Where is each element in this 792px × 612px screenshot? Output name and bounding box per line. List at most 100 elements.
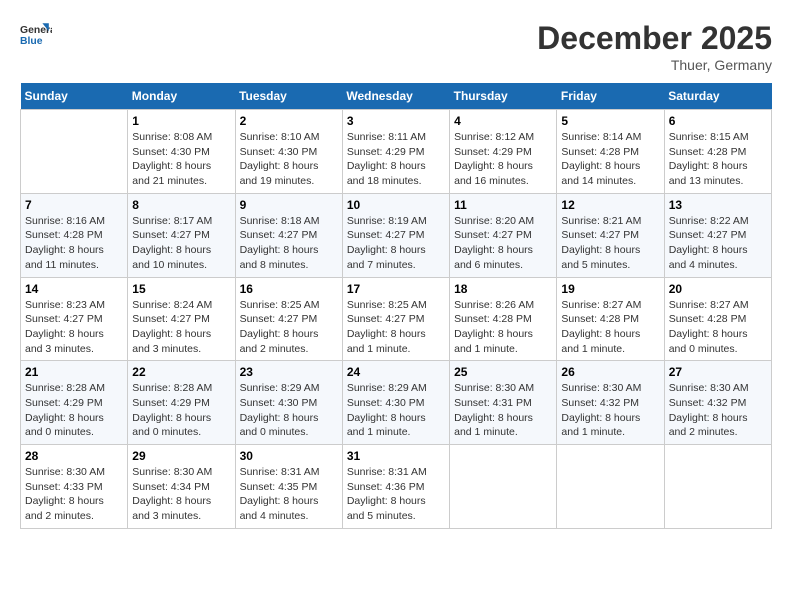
calendar-cell: 30 Sunrise: 8:31 AM Sunset: 4:35 PM Dayli… — [235, 445, 342, 529]
day-number: 5 — [561, 114, 659, 128]
location: Thuer, Germany — [537, 57, 772, 73]
day-number: 6 — [669, 114, 767, 128]
calendar-cell: 28Sunrise: 8:30 AM Sunset: 4:33 PM Dayli… — [21, 445, 128, 529]
day-info: Sunrise: 8:26 AM Sunset: 4:28 PM Dayligh… — [454, 298, 552, 357]
day-number: 24 — [347, 365, 445, 379]
day-number: 31 — [347, 449, 445, 463]
calendar-cell: 1Sunrise: 8:08 AM Sunset: 4:30 PM Daylig… — [128, 110, 235, 194]
calendar-cell: 24 Sunrise: 8:29 AM Sunset: 4:30 PM Dayli… — [342, 361, 449, 445]
calendar-cell: 2 Sunrise: 8:10 AM Sunset: 4:30 PM Daylig… — [235, 110, 342, 194]
calendar-cell: 11 Sunrise: 8:20 AM Sunset: 4:27 PM Dayli… — [450, 193, 557, 277]
day-info: Sunrise: 8:17 AM Sunset: 4:27 PM Dayligh… — [132, 214, 230, 273]
day-info: Sunrise: 8:30 AM Sunset: 4:31 PM Dayligh… — [454, 381, 552, 440]
calendar-cell: 19 Sunrise: 8:27 AM Sunset: 4:28 PM Dayli… — [557, 277, 664, 361]
calendar-week-1: 7 Sunrise: 8:16 AM Sunset: 4:28 PM Daylig… — [21, 193, 772, 277]
day-info: Sunrise: 8:27 AM Sunset: 4:28 PM Dayligh… — [669, 298, 767, 357]
calendar-cell: 6 Sunrise: 8:15 AM Sunset: 4:28 PM Daylig… — [664, 110, 771, 194]
title-block: December 2025 Thuer, Germany — [537, 20, 772, 73]
header-saturday: Saturday — [664, 83, 771, 110]
header-monday: Monday — [128, 83, 235, 110]
day-info: Sunrise: 8:22 AM Sunset: 4:27 PM Dayligh… — [669, 214, 767, 273]
calendar-week-4: 28Sunrise: 8:30 AM Sunset: 4:33 PM Dayli… — [21, 445, 772, 529]
day-number: 16 — [240, 282, 338, 296]
day-info: Sunrise: 8:15 AM Sunset: 4:28 PM Dayligh… — [669, 130, 767, 189]
day-info: Sunrise: 8:29 AM Sunset: 4:30 PM Dayligh… — [347, 381, 445, 440]
calendar-header-row: SundayMondayTuesdayWednesdayThursdayFrid… — [21, 83, 772, 110]
day-number: 19 — [561, 282, 659, 296]
day-info: Sunrise: 8:31 AM Sunset: 4:36 PM Dayligh… — [347, 465, 445, 524]
day-info: Sunrise: 8:23 AM Sunset: 4:27 PM Dayligh… — [25, 298, 123, 357]
day-number: 12 — [561, 198, 659, 212]
day-info: Sunrise: 8:24 AM Sunset: 4:27 PM Dayligh… — [132, 298, 230, 357]
calendar-cell: 21 Sunrise: 8:28 AM Sunset: 4:29 PM Dayli… — [21, 361, 128, 445]
header-tuesday: Tuesday — [235, 83, 342, 110]
day-info: Sunrise: 8:12 AM Sunset: 4:29 PM Dayligh… — [454, 130, 552, 189]
calendar-table: SundayMondayTuesdayWednesdayThursdayFrid… — [20, 83, 772, 529]
day-info: Sunrise: 8:27 AM Sunset: 4:28 PM Dayligh… — [561, 298, 659, 357]
calendar-cell: 14 Sunrise: 8:23 AM Sunset: 4:27 PM Dayli… — [21, 277, 128, 361]
calendar-cell: 18Sunrise: 8:26 AM Sunset: 4:28 PM Dayli… — [450, 277, 557, 361]
day-info: Sunrise: 8:29 AM Sunset: 4:30 PM Dayligh… — [240, 381, 338, 440]
calendar-cell: 26 Sunrise: 8:30 AM Sunset: 4:32 PM Dayli… — [557, 361, 664, 445]
day-number: 15 — [132, 282, 230, 296]
day-number: 14 — [25, 282, 123, 296]
day-info: Sunrise: 8:08 AM Sunset: 4:30 PM Dayligh… — [132, 130, 230, 189]
calendar-cell: 9 Sunrise: 8:18 AM Sunset: 4:27 PM Daylig… — [235, 193, 342, 277]
day-number: 29 — [132, 449, 230, 463]
day-info: Sunrise: 8:30 AM Sunset: 4:32 PM Dayligh… — [561, 381, 659, 440]
logo-icon: General Blue — [20, 20, 52, 52]
header-sunday: Sunday — [21, 83, 128, 110]
month-title: December 2025 — [537, 20, 772, 57]
calendar-cell — [21, 110, 128, 194]
calendar-week-3: 21 Sunrise: 8:28 AM Sunset: 4:29 PM Dayli… — [21, 361, 772, 445]
calendar-cell: 20 Sunrise: 8:27 AM Sunset: 4:28 PM Dayli… — [664, 277, 771, 361]
day-number: 23 — [240, 365, 338, 379]
calendar-cell — [450, 445, 557, 529]
calendar-cell: 16Sunrise: 8:25 AM Sunset: 4:27 PM Dayli… — [235, 277, 342, 361]
page-header: General Blue December 2025 Thuer, German… — [20, 20, 772, 73]
calendar-cell: 17 Sunrise: 8:25 AM Sunset: 4:27 PM Dayli… — [342, 277, 449, 361]
calendar-cell: 31 Sunrise: 8:31 AM Sunset: 4:36 PM Dayli… — [342, 445, 449, 529]
header-friday: Friday — [557, 83, 664, 110]
calendar-cell: 4 Sunrise: 8:12 AM Sunset: 4:29 PM Daylig… — [450, 110, 557, 194]
day-info: Sunrise: 8:20 AM Sunset: 4:27 PM Dayligh… — [454, 214, 552, 273]
day-info: Sunrise: 8:16 AM Sunset: 4:28 PM Dayligh… — [25, 214, 123, 273]
calendar-cell — [557, 445, 664, 529]
day-number: 22 — [132, 365, 230, 379]
day-number: 9 — [240, 198, 338, 212]
day-number: 26 — [561, 365, 659, 379]
calendar-cell: 8 Sunrise: 8:17 AM Sunset: 4:27 PM Daylig… — [128, 193, 235, 277]
day-number: 4 — [454, 114, 552, 128]
day-info: Sunrise: 8:30 AM Sunset: 4:34 PM Dayligh… — [132, 465, 230, 524]
day-number: 21 — [25, 365, 123, 379]
calendar-cell: 23 Sunrise: 8:29 AM Sunset: 4:30 PM Dayli… — [235, 361, 342, 445]
day-info: Sunrise: 8:28 AM Sunset: 4:29 PM Dayligh… — [25, 381, 123, 440]
day-number: 11 — [454, 198, 552, 212]
day-number: 8 — [132, 198, 230, 212]
day-number: 27 — [669, 365, 767, 379]
day-number: 28 — [25, 449, 123, 463]
day-info: Sunrise: 8:21 AM Sunset: 4:27 PM Dayligh… — [561, 214, 659, 273]
day-number: 30 — [240, 449, 338, 463]
calendar-cell: 15 Sunrise: 8:24 AM Sunset: 4:27 PM Dayli… — [128, 277, 235, 361]
day-info: Sunrise: 8:31 AM Sunset: 4:35 PM Dayligh… — [240, 465, 338, 524]
calendar-cell: 12 Sunrise: 8:21 AM Sunset: 4:27 PM Dayli… — [557, 193, 664, 277]
day-number: 20 — [669, 282, 767, 296]
day-number: 2 — [240, 114, 338, 128]
header-wednesday: Wednesday — [342, 83, 449, 110]
day-info: Sunrise: 8:25 AM Sunset: 4:27 PM Dayligh… — [347, 298, 445, 357]
day-info: Sunrise: 8:10 AM Sunset: 4:30 PM Dayligh… — [240, 130, 338, 189]
calendar-cell: 27Sunrise: 8:30 AM Sunset: 4:32 PM Dayli… — [664, 361, 771, 445]
svg-text:Blue: Blue — [20, 36, 43, 47]
calendar-week-2: 14 Sunrise: 8:23 AM Sunset: 4:27 PM Dayli… — [21, 277, 772, 361]
calendar-cell: 10Sunrise: 8:19 AM Sunset: 4:27 PM Dayli… — [342, 193, 449, 277]
day-info: Sunrise: 8:18 AM Sunset: 4:27 PM Dayligh… — [240, 214, 338, 273]
day-number: 7 — [25, 198, 123, 212]
calendar-cell: 22Sunrise: 8:28 AM Sunset: 4:29 PM Dayli… — [128, 361, 235, 445]
day-number: 3 — [347, 114, 445, 128]
day-number: 25 — [454, 365, 552, 379]
calendar-cell: 25 Sunrise: 8:30 AM Sunset: 4:31 PM Dayli… — [450, 361, 557, 445]
day-info: Sunrise: 8:11 AM Sunset: 4:29 PM Dayligh… — [347, 130, 445, 189]
calendar-cell: 5Sunrise: 8:14 AM Sunset: 4:28 PM Daylig… — [557, 110, 664, 194]
day-number: 17 — [347, 282, 445, 296]
